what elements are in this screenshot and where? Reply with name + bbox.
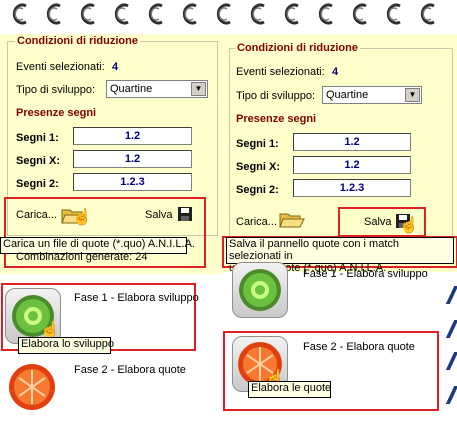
chevron-down-icon[interactable]: ▼ bbox=[405, 88, 420, 102]
hand-cursor-icon: ☝ bbox=[72, 209, 92, 226]
left-combinazioni: Combinazioni generate: 24 bbox=[16, 251, 148, 263]
left-carica-link[interactable]: Carica... bbox=[16, 209, 57, 221]
left-tipo-select-value: Quartine bbox=[110, 83, 153, 95]
right-fase2-label: Fase 2 - Elabora quote bbox=[303, 341, 415, 353]
left-segni-x-input[interactable]: 1.2 bbox=[73, 150, 192, 168]
left-segni-1-input[interactable]: 1.2 bbox=[73, 127, 192, 145]
left-presenze-heading: Presenze segni bbox=[16, 107, 97, 119]
decorative-stripe bbox=[445, 320, 457, 338]
spiral-ring-icon bbox=[384, 0, 404, 30]
decorative-stripe bbox=[445, 386, 457, 404]
chevron-down-icon[interactable]: ▼ bbox=[191, 82, 206, 96]
right-carica-link[interactable]: Carica... bbox=[236, 216, 277, 228]
hand-cursor-icon: ☝ bbox=[399, 217, 419, 234]
spiral-ring-icon bbox=[146, 0, 166, 30]
right-tipo-select-value: Quartine bbox=[326, 89, 369, 101]
spiral-ring-icon bbox=[44, 0, 64, 30]
spiral-ring-icon bbox=[10, 0, 30, 30]
spiral-ring-icon bbox=[78, 0, 98, 30]
right-tipo-label: Tipo di sviluppo: bbox=[236, 90, 316, 102]
left-segni-1-label: Segni 1: bbox=[16, 132, 59, 144]
left-fase2-button[interactable] bbox=[5, 360, 61, 416]
spiral-ring-icon bbox=[180, 0, 200, 30]
left-fase2-label: Fase 2 - Elabora quote bbox=[74, 364, 186, 376]
left-segni-x-label: Segni X: bbox=[16, 155, 61, 167]
left-fase1-label: Fase 1 - Elabora sviluppo bbox=[74, 292, 199, 304]
left-tipo-select[interactable]: Quartine ▼ bbox=[106, 80, 208, 98]
left-salva-link[interactable]: Salva bbox=[145, 209, 173, 221]
spiral-ring-icon bbox=[282, 0, 302, 30]
spiral-ring-icon bbox=[214, 0, 234, 30]
spiral-ring-icon bbox=[350, 0, 370, 30]
right-fase1-label: Fase 1 - Elabora sviluppo bbox=[303, 268, 428, 280]
right-fase2-tooltip: Elabora le quote bbox=[248, 381, 331, 398]
left-eventi-value: 4 bbox=[112, 61, 119, 73]
spiral-ring-icon bbox=[316, 0, 336, 30]
right-segni-x-label: Segni X: bbox=[236, 161, 281, 173]
right-salva-tooltip-line1: Salva il pannello quote con i match sele… bbox=[229, 238, 399, 262]
right-eventi-value: 4 bbox=[332, 66, 339, 78]
right-segni-x-input[interactable]: 1.2 bbox=[293, 156, 411, 174]
folder-open-icon[interactable] bbox=[278, 208, 306, 230]
spiral-ring-icon bbox=[418, 0, 438, 30]
right-segni-2-input[interactable]: 1.2.3 bbox=[293, 179, 411, 197]
right-segni-2-label: Segni 2: bbox=[236, 184, 279, 196]
right-salva-link[interactable]: Salva bbox=[364, 216, 392, 228]
ball-icon bbox=[9, 364, 55, 410]
spiral-binding bbox=[0, 0, 457, 34]
right-salva-tooltip: Salva il pannello quote con i match sele… bbox=[226, 237, 454, 274]
left-conditions-legend: Condizioni di riduzione bbox=[15, 35, 140, 47]
left-eventi-label: Eventi selezionati: bbox=[16, 61, 105, 73]
spiral-ring-icon bbox=[248, 0, 268, 30]
left-segni-2-input[interactable]: 1.2.3 bbox=[73, 173, 192, 191]
left-fase1-tooltip: Elabora lo sviluppo bbox=[18, 337, 114, 354]
right-conditions-legend: Condizioni di riduzione bbox=[235, 42, 360, 54]
spiral-ring-icon bbox=[112, 0, 132, 30]
right-presenze-heading: Presenze segni bbox=[236, 113, 317, 125]
right-segni-1-input[interactable]: 1.2 bbox=[293, 133, 411, 151]
left-tipo-label: Tipo di sviluppo: bbox=[16, 84, 96, 96]
right-segni-1-label: Segni 1: bbox=[236, 138, 279, 150]
save-disk-icon[interactable] bbox=[178, 207, 192, 221]
decorative-stripe bbox=[445, 286, 457, 304]
decorative-stripe bbox=[445, 352, 457, 370]
right-fase1-button[interactable] bbox=[232, 262, 288, 318]
right-tipo-select[interactable]: Quartine ▼ bbox=[322, 86, 422, 104]
right-eventi-label: Eventi selezionati: bbox=[236, 66, 325, 78]
left-segni-2-label: Segni 2: bbox=[16, 178, 59, 190]
gear-icon bbox=[239, 269, 281, 311]
